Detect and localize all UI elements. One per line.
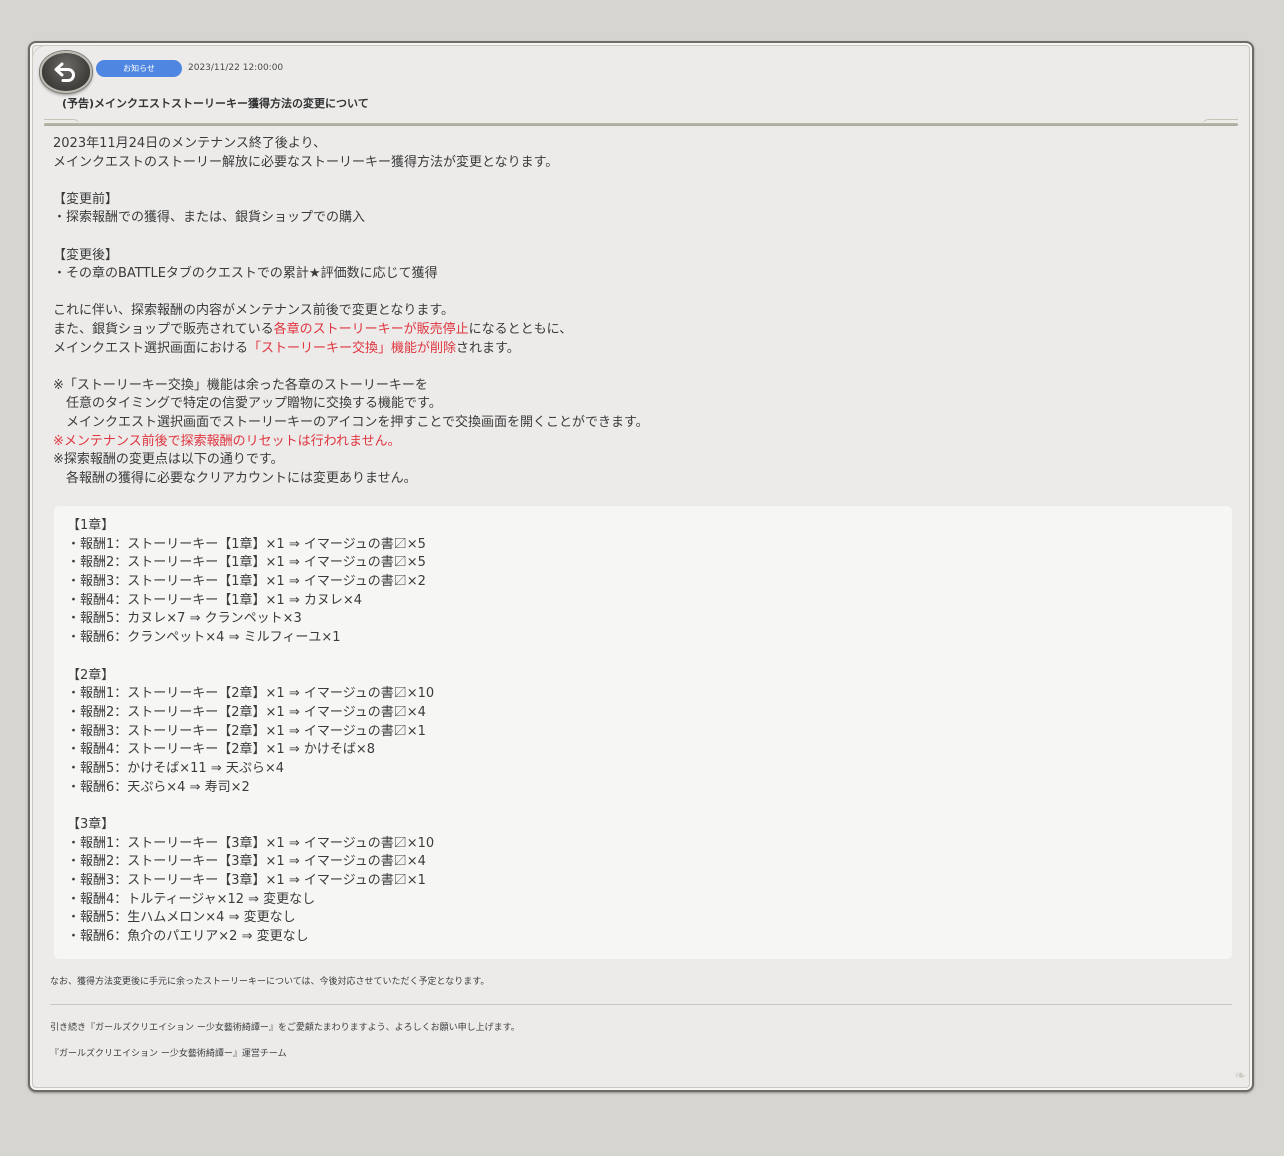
list-item: ・報酬1：ストーリーキー【3章】×1 ⇒ イマージュの書〼×10 <box>67 835 435 851</box>
page-title: (予告)メインクエストストーリーキー獲得方法の変更について <box>62 97 369 110</box>
body-line: ・その章のBATTLEタブのクエストでの累計★評価数に応じて獲得 <box>53 266 438 282</box>
body-text-segment: また、銀貨ショップで販売されている <box>53 321 274 337</box>
list-item: ・報酬2：ストーリーキー【2章】×1 ⇒ イマージュの書〼×4 <box>67 704 426 720</box>
list-item: ・報酬4：トルティージャ×12 ⇒ 変更なし <box>67 891 316 907</box>
back-arrow-icon <box>54 62 75 82</box>
list-item: ・報酬4：ストーリーキー【1章】×1 ⇒ カヌレ×4 <box>67 592 363 608</box>
body-line: また、銀貨ショップで販売されている各章のストーリーキーが販売停止になるとともに、 <box>53 321 1233 340</box>
list-item: ・報酬1：ストーリーキー【2章】×1 ⇒ イマージュの書〼×10 <box>67 686 435 702</box>
list-item: ・報酬5：かけそば×11 ⇒ 天ぷら×4 <box>67 760 285 776</box>
reward-change-box: 【1章】 ・報酬1：ストーリーキー【1章】×1 ⇒ イマージュの書〼×5 ・報酬… <box>54 506 1232 959</box>
note-mark: ※ <box>53 433 64 449</box>
note-line: 任意のタイミングで特定の信愛アップ贈物に交換する機能です。 <box>53 396 442 412</box>
list-item: ・報酬6：魚介のパエリア×2 ⇒ 変更なし <box>67 929 309 945</box>
highlight-text: メンテナンス前後で探索報酬のリセットは行われません。 <box>63 433 401 449</box>
note-line: 各報酬の獲得に必要なクリアカウントには変更ありません。 <box>53 470 417 486</box>
body-line: メインクエスト選択画面における「ストーリーキー交換」機能が削除されます。 <box>53 340 1233 359</box>
body-line: 2023年11月24日のメンテナンス終了後より、 <box>53 136 327 151</box>
list-item: ・報酬1：ストーリーキー【1章】×1 ⇒ イマージュの書〼×5 <box>67 536 426 552</box>
chapter-heading: 【3章】 <box>67 817 115 832</box>
list-item: ・報酬2：ストーリーキー【3章】×1 ⇒ イマージュの書〼×4 <box>67 854 426 870</box>
list-item: ・報酬3：ストーリーキー【2章】×1 ⇒ イマージュの書〼×1 <box>67 723 426 739</box>
closing-message: 引き続き『ガールズクリエイション ー少女藝術綺譚ー』をご愛顧たまわりますよう、よ… <box>50 1023 520 1033</box>
list-item: ・報酬6：天ぷら×4 ⇒ 寿司×2 <box>67 779 250 795</box>
back-button[interactable] <box>40 51 92 93</box>
body-text-segment: メインクエスト選択画面における <box>53 340 249 356</box>
list-item: ・報酬3：ストーリーキー【3章】×1 ⇒ イマージュの書〼×1 <box>67 873 426 889</box>
note-line: ※「ストーリーキー交換」機能は余った各章のストーリーキーを <box>53 377 428 393</box>
post-timestamp: 2023/11/22 12:00:00 <box>188 63 284 73</box>
section-heading-before: 【変更前】 <box>53 191 119 207</box>
body-line: ・探索報酬での獲得、または、銀貨ショップでの購入 <box>53 210 366 226</box>
list-item: ・報酬5：生ハムメロン×4 ⇒ 変更なし <box>67 910 296 926</box>
notice-body: 2023年11月24日のメンテナンス終了後より、 メインクエストのストーリー解放… <box>53 135 1233 488</box>
corner-ornament: ❧ <box>1234 1068 1246 1084</box>
note-line: ※探索報酬の変更点は以下の通りです。 <box>53 452 284 468</box>
list-item: ・報酬2：ストーリーキー【1章】×1 ⇒ イマージュの書〼×5 <box>67 555 426 571</box>
body-line: メインクエストのストーリー解放に必要なストーリーキー獲得方法が変更となります。 <box>53 154 559 170</box>
footer-divider <box>50 1004 1232 1005</box>
title-divider <box>44 119 1238 126</box>
section-heading-after: 【変更後】 <box>53 247 119 263</box>
highlight-text: 各章のストーリーキーが販売停止 <box>273 321 469 337</box>
note-line: ※メンテナンス前後で探索報酬のリセットは行われません。 <box>53 433 1233 452</box>
signature: 『ガールズクリエイション ー少女藝術綺譚ー』運営チーム <box>50 1049 287 1059</box>
chapter-heading: 【1章】 <box>67 518 115 533</box>
list-item: ・報酬3：ストーリーキー【1章】×1 ⇒ イマージュの書〼×2 <box>67 574 426 590</box>
list-item: ・報酬6：クランペット×4 ⇒ ミルフィーユ×1 <box>67 630 341 646</box>
body-line: これに伴い、探索報酬の内容がメンテナンス前後で変更となります。 <box>53 303 455 319</box>
chapter-heading: 【2章】 <box>67 667 115 683</box>
list-item: ・報酬4：ストーリーキー【2章】×1 ⇒ かけそば×8 <box>67 742 376 758</box>
body-text-segment: されます。 <box>456 340 520 356</box>
category-badge: お知らせ <box>96 60 182 77</box>
footer-note: なお、獲得方法変更後に手元に余ったストーリーキーについては、今後対応させていただ… <box>50 977 490 987</box>
body-text-segment: になるとともに、 <box>468 321 573 337</box>
list-item: ・報酬5：カヌレ×7 ⇒ クランペット×3 <box>67 611 302 627</box>
highlight-text: 「ストーリーキー交換」機能が削除 <box>248 340 457 356</box>
note-line: メインクエスト選択画面でストーリーキーのアイコンを押すことで交換画面を開くことが… <box>53 414 649 430</box>
notice-panel: お知らせ 2023/11/22 12:00:00 (予告)メインクエストストーリ… <box>28 41 1254 1092</box>
